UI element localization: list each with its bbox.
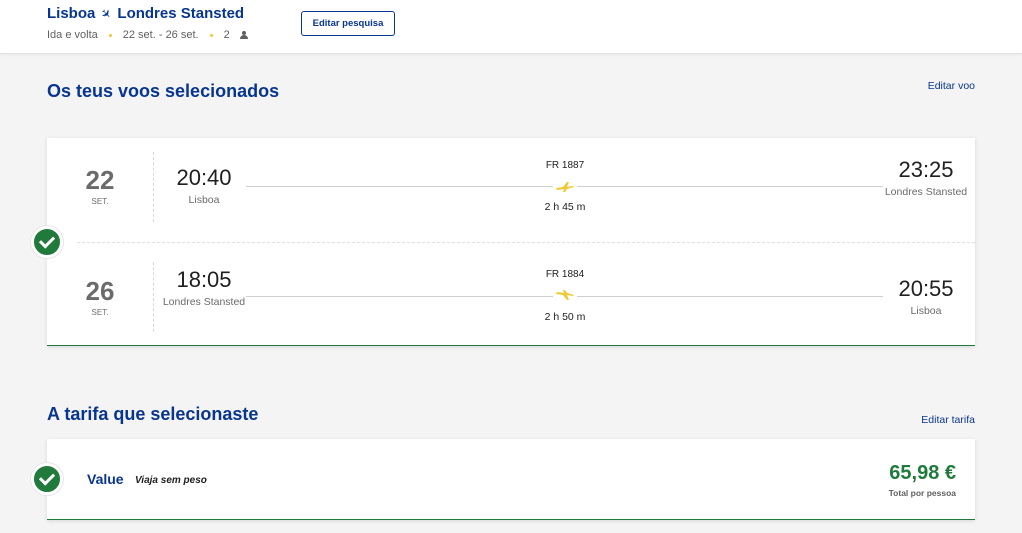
flight-leg-return: 26 SET. 18:05 Londres Stansted FR 1884 2…: [47, 248, 975, 354]
flight-duration: 2 h 50 m: [544, 311, 586, 323]
flights-selected-check-icon: [31, 226, 63, 258]
arrival-city: Londres Stansted: [884, 186, 968, 198]
origin-city: Lisboa: [47, 5, 96, 22]
fare-name: Value: [87, 471, 124, 487]
date-divider: [153, 262, 154, 332]
plane-arrival-icon: [553, 289, 577, 303]
trip-dates: 22 set. - 26 set.: [122, 29, 199, 41]
date-divider: [153, 152, 154, 222]
edit-fare-link[interactable]: Editar tarifa: [921, 414, 975, 426]
flights-section-title: Os teus voos selecionados: [47, 81, 280, 101]
price-caption: Total por pessoa: [888, 488, 956, 498]
separator-dot: [209, 33, 213, 37]
leg-month: SET.: [91, 197, 109, 206]
departure-city: Lisboa: [188, 194, 220, 206]
arrival-time: 23:25: [898, 157, 954, 182]
person-icon: [239, 31, 248, 39]
fare-selected-check-icon: [31, 463, 63, 495]
flight-number: FR 1887: [545, 160, 585, 171]
fare-section-title: A tarifa que selecionaste: [47, 404, 259, 424]
route-title: Lisboa ✈ Londres Stansted: [47, 5, 244, 22]
departure-time: 18:05: [176, 267, 232, 292]
search-summary-header: Lisboa ✈ Londres Stansted Ida e volta 22…: [0, 0, 1022, 54]
destination-city: Londres Stansted: [117, 5, 245, 22]
edit-search-button[interactable]: Editar pesquisa: [301, 11, 395, 36]
leg-month: SET.: [91, 308, 109, 317]
selected-fare-card: Value Viaja sem peso 65,98 € Total por p…: [47, 439, 975, 520]
leg-day: 26: [85, 276, 115, 306]
plane-departure-icon: [553, 179, 577, 193]
leg-day: 22: [85, 165, 115, 195]
flight-duration: 2 h 45 m: [544, 201, 586, 213]
leg-divider: [77, 242, 975, 243]
plane-icon: ✈: [97, 4, 115, 23]
passenger-count: 2: [223, 29, 230, 41]
arrival-time: 20:55: [898, 276, 954, 301]
separator-dot: [108, 33, 112, 37]
arrival-city: Lisboa: [910, 305, 942, 317]
departure-city: Londres Stansted: [162, 296, 246, 308]
departure-time: 20:40: [176, 165, 232, 190]
fare-price: 65,98 €: [889, 462, 956, 484]
edit-flight-link[interactable]: Editar voo: [928, 80, 975, 92]
trip-type: Ida e volta: [47, 29, 98, 41]
fare-description: Viaja sem peso: [135, 475, 207, 486]
trip-meta: Ida e volta 22 set. - 26 set. 2: [47, 29, 248, 41]
flight-number: FR 1884: [545, 269, 585, 280]
selected-flights-card: 22 SET. 20:40 Lisboa FR 1887 2 h 45 m 23…: [47, 138, 975, 346]
flight-leg-outbound: 22 SET. 20:40 Lisboa FR 1887 2 h 45 m 23…: [47, 138, 975, 244]
